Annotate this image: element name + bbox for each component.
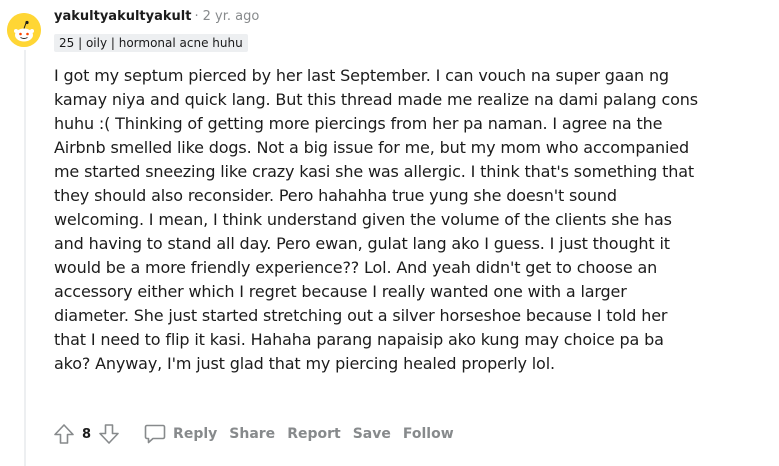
downvote-button[interactable] [95, 420, 123, 448]
comment-header: yakultyakultyakult · 2 yr. ago [54, 8, 259, 26]
thread-line[interactable] [24, 50, 26, 466]
speech-bubble-icon [143, 422, 167, 446]
timestamp[interactable]: 2 yr. ago [203, 9, 260, 24]
report-button[interactable]: Report [281, 420, 347, 448]
upvote-arrow-icon [54, 424, 74, 444]
snoo-avatar-icon [7, 13, 41, 47]
save-button[interactable]: Save [347, 420, 397, 448]
comment-body: I got my septum pierced by her last Sept… [54, 66, 698, 373]
username-link[interactable]: yakultyakultyakult [54, 9, 191, 24]
user-flair: 25 | oily | hormonal acne huhu [54, 34, 248, 52]
separator-dot: · [194, 9, 199, 24]
share-button[interactable]: Share [223, 420, 281, 448]
reply-button[interactable]: Reply [139, 420, 223, 448]
reply-label: Reply [173, 426, 218, 442]
vote-count: 8 [82, 426, 92, 442]
downvote-arrow-icon [99, 424, 119, 444]
avatar[interactable] [7, 13, 41, 47]
upvote-button[interactable] [50, 420, 78, 448]
follow-button[interactable]: Follow [397, 420, 460, 448]
comment-action-bar: 8 Reply Share Report Save Follow [50, 420, 460, 448]
